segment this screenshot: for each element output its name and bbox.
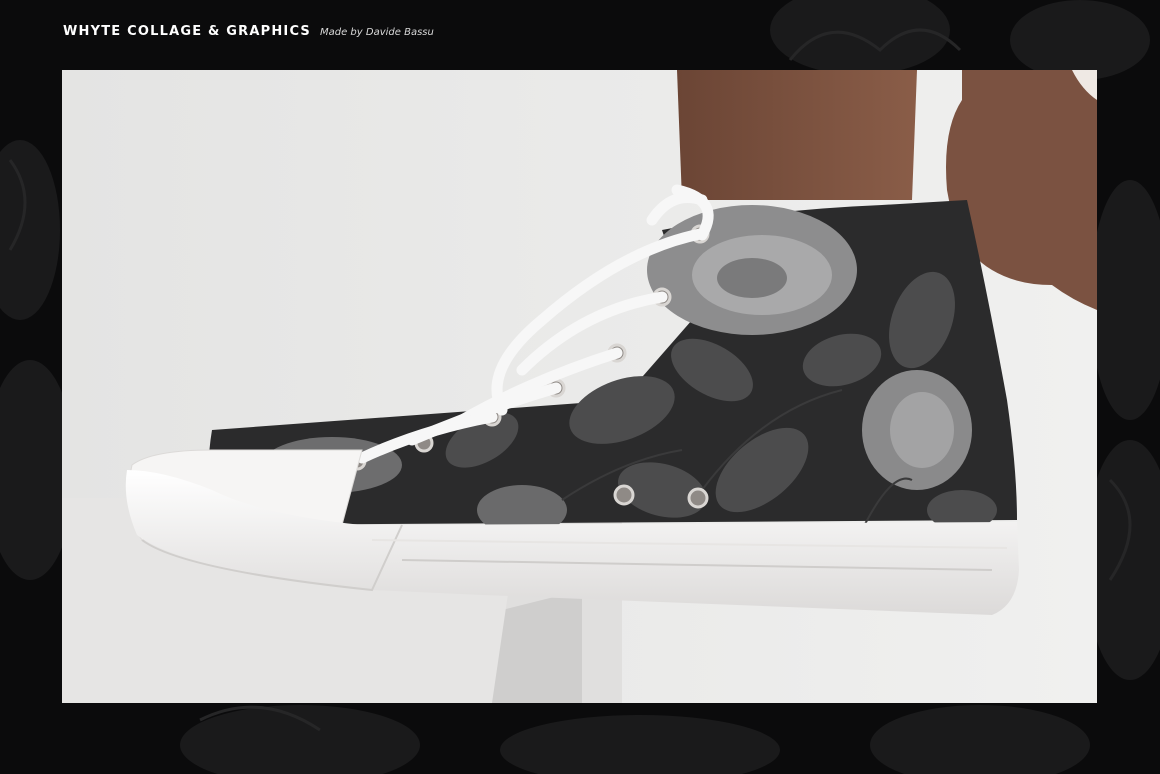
leg xyxy=(677,70,917,200)
brand-title: WHYTE COLLAGE & GRAPHICS xyxy=(63,24,311,39)
sneaker-illustration xyxy=(62,70,1097,703)
author-credit: Made by Davide Bassu xyxy=(320,27,434,38)
header: WHYTE COLLAGE & GRAPHICS Made by Davide … xyxy=(63,24,434,44)
product-photo xyxy=(62,70,1097,703)
